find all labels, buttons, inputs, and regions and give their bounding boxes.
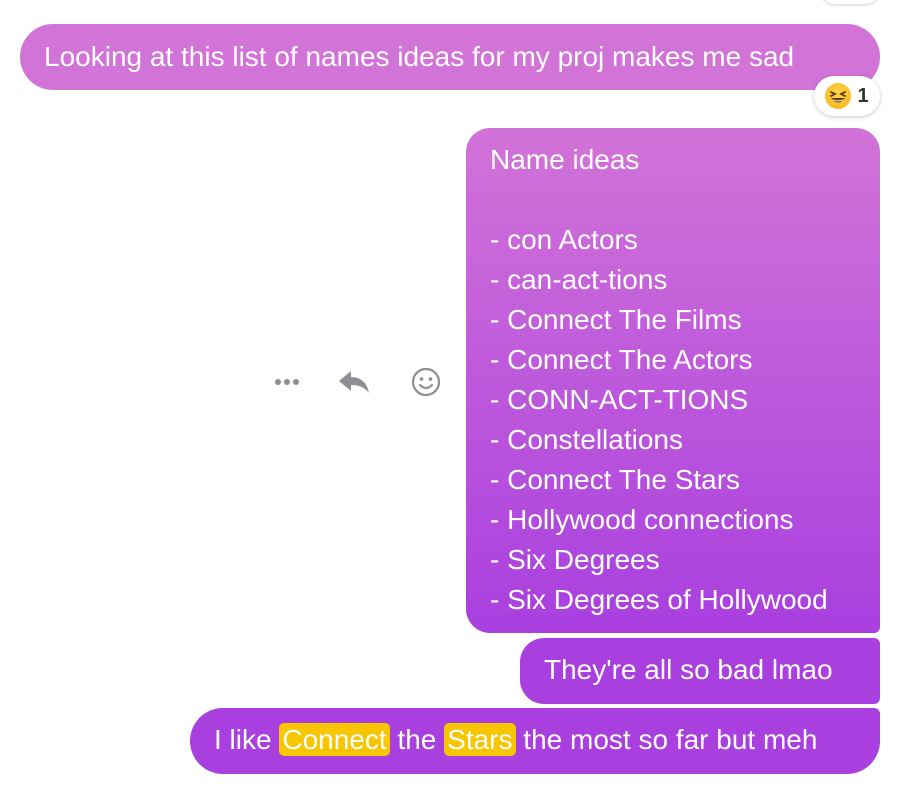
message-text: the xyxy=(397,724,437,755)
previous-reaction-badge[interactable] xyxy=(820,0,880,4)
chat-thread: Looking at this list of names ideas for … xyxy=(0,0,906,800)
reaction-badge[interactable]: 1 xyxy=(814,76,880,116)
message-text: Looking at this list of names ideas for … xyxy=(44,41,795,72)
smiley-icon[interactable] xyxy=(406,364,446,400)
grinning-squinting-face-icon xyxy=(825,83,852,109)
list-item: - can-act-tions xyxy=(490,264,668,295)
message-bubble[interactable]: Looking at this list of names ideas for … xyxy=(20,24,880,90)
message-text: the most so far but meh xyxy=(523,724,818,755)
list-item: - Six Degrees xyxy=(490,544,660,575)
message-bubble[interactable]: I like Connect the Stars the most so far… xyxy=(190,708,880,774)
list-item: - Connect The Films xyxy=(490,304,742,335)
search-highlight: Connect xyxy=(279,723,390,756)
list-item: - Connect The Stars xyxy=(490,464,741,495)
list-item: - Six Degrees of Hollywood xyxy=(490,584,828,615)
message-text: I like xyxy=(214,724,272,755)
reply-arrow-icon[interactable] xyxy=(334,364,374,400)
list-title: Name ideas xyxy=(490,144,640,175)
list-item: - Constellations xyxy=(490,424,683,455)
list-item: - Connect The Actors xyxy=(490,344,753,375)
reaction-count: 1 xyxy=(857,84,869,107)
message-actions xyxy=(268,364,448,400)
message-text: They're all so bad lmao xyxy=(544,654,833,685)
list-item: - con Actors xyxy=(490,224,638,255)
message-bubble[interactable]: They're all so bad lmao xyxy=(520,638,880,704)
message-bubble[interactable]: Name ideas - con Actors - can-act-tions … xyxy=(466,128,880,633)
more-dots-icon[interactable] xyxy=(268,364,308,400)
list-item: - CONN-ACT-TIONS xyxy=(490,384,749,415)
search-highlight: Stars xyxy=(444,723,516,756)
list-item: - Hollywood connections xyxy=(490,504,794,535)
